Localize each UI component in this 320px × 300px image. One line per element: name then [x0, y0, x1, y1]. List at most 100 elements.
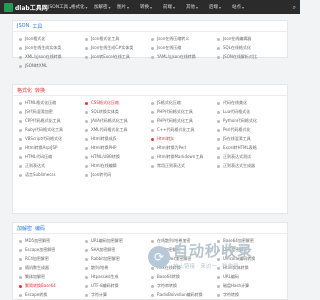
tool-link[interactable]: JS代码混淆加密 [19, 109, 53, 115]
tool-link[interactable]: 字符转换 [217, 292, 239, 298]
tool-link[interactable]: 语言Sublimecss [19, 172, 56, 178]
tool-link[interactable]: JS格式化压缩 [151, 100, 181, 106]
bullet-icon [85, 284, 88, 288]
tool-link[interactable]: SQL在线格式化 [217, 45, 251, 51]
tool-link[interactable]: 繁简转换Base64 [19, 283, 56, 289]
nav-item[interactable]: 格式化 ▾ [71, 4, 94, 11]
bullet-icon [217, 119, 220, 123]
tool-link[interactable]: Excel转HTML表格 [217, 145, 257, 151]
tool-link-label: JSON转XML [25, 63, 48, 68]
nav-item[interactable]: JSON工具 ▾ [48, 4, 71, 11]
tool-link[interactable]: HTML/UBB转换 [85, 154, 120, 160]
tool-link[interactable]: Html转换为Perl [151, 145, 186, 151]
bullet-icon [19, 128, 22, 132]
tool-link-label: Html转换成JS [91, 136, 117, 141]
nav-item[interactable]: 后端 ▾ [209, 4, 232, 11]
tool-link[interactable]: 繁体加解密 [19, 274, 45, 280]
tool-link[interactable]: Json在线编辑器 [217, 36, 251, 42]
tool-link[interactable]: 磁盘Hash计算 [217, 283, 249, 289]
tool-link[interactable]: Html在线编辑 [85, 163, 117, 169]
tool-link[interactable]: JSON转XML [19, 63, 47, 69]
tool-link[interactable]: XML代码格式化工具 [85, 127, 127, 133]
nav-item[interactable]: 其他 ▾ [186, 4, 209, 11]
tool-link[interactable]: Json在线压缩 [151, 45, 181, 51]
tool-link[interactable]: Lua代码格式化 [217, 109, 250, 115]
tool-link[interactable]: SHA加密解密 [85, 247, 115, 253]
tool-link[interactable]: 常用正则表达式 [151, 163, 185, 169]
tool-link[interactable]: CSS格式化压缩 [85, 100, 119, 106]
tool-link-label: Ruby代码格式化工具 [25, 127, 64, 132]
tool-link[interactable]: XML与Json在线转换 [19, 54, 62, 60]
tool-link[interactable]: 散列/哈希 [85, 265, 108, 271]
search-icon[interactable]: ⌕ [293, 4, 296, 12]
tool-link[interactable]: Json格式化工具 [85, 36, 119, 42]
tool-link[interactable]: Perl代码格式化 [217, 127, 251, 133]
tool-link[interactable]: 正则表达式生成器 [217, 163, 255, 169]
tool-link[interactable]: Ruby代码格式化工具 [19, 127, 63, 133]
tool-link[interactable]: Escape转换 [19, 292, 47, 298]
tool-link[interactable]: PHP代码格式化工具 [151, 109, 193, 115]
site-logo[interactable]: dlab工具网 [4, 2, 48, 12]
bullet-icon [19, 101, 22, 105]
tool-link[interactable]: UTF-8编码转换 [85, 283, 119, 289]
tool-link[interactable]: 字符串转换 [151, 283, 177, 289]
bullet-icon [19, 46, 22, 50]
tool-link[interactable]: Html转换Asp/JSP [19, 145, 57, 151]
tool-link[interactable]: 正则表达式 [19, 163, 45, 169]
tool-link[interactable]: PHP代码格式化工具 [151, 118, 193, 124]
tool-link-label: CPP代码格式化工具 [25, 118, 61, 123]
tool-link[interactable]: HTML代码压缩 [19, 154, 52, 160]
tool-link[interactable]: HTML格式化压缩 [19, 100, 56, 106]
tool-link[interactable]: Html转换Markdown工具 [151, 154, 203, 160]
tool-link[interactable]: RadixBolvidiun编码转换 [151, 292, 203, 298]
tool-link[interactable]: 代码在线美化 [217, 100, 247, 106]
tool-link[interactable]: JAVA代码格式化工具 [85, 118, 128, 124]
tool-link-label: JS在线混淆工具 [223, 136, 251, 141]
tool-link-label: Json在线生成实体类 [25, 45, 62, 50]
tool-link[interactable]: Json格式化 [19, 36, 45, 42]
tool-link[interactable]: Htpasswd生成 [85, 274, 119, 280]
tool-link[interactable]: Html转换PHP [85, 145, 116, 151]
tool-link[interactable]: 随机数生成器 [19, 265, 49, 271]
nav-item[interactable]: 站点 ▾ [232, 4, 255, 11]
tool-link[interactable]: Json在线压缩转义 [151, 36, 189, 42]
tool-link[interactable]: Python代码格式化 [217, 118, 257, 124]
tool-link[interactable]: JS在线混淆工具 [217, 136, 251, 142]
nav-item[interactable]: 前端 ▾ [163, 4, 186, 11]
tool-link[interactable]: URL编码加密解密 [85, 238, 123, 244]
nav-item[interactable]: 加解密 ▾ [94, 4, 117, 11]
bullet-icon [85, 275, 88, 279]
bullet-icon [19, 110, 22, 114]
bullet-icon [85, 257, 88, 261]
tool-link-label: SHA加密解密 [91, 247, 116, 252]
nav-item[interactable]: 图片 ▾ [117, 4, 140, 11]
tool-link[interactable]: 字符计算 [85, 292, 107, 298]
tool-link[interactable]: Escape加密解密 [19, 247, 55, 253]
tool-link[interactable]: Json转代码 [85, 172, 111, 178]
tool-link[interactable]: Html转换成JS [85, 136, 116, 142]
tool-link[interactable]: SQL转换实体类 [85, 109, 119, 115]
tool-link[interactable]: Json在线生成C#实体类 [85, 45, 133, 51]
tool-link[interactable]: Html转Js [151, 136, 174, 142]
bullet-icon [151, 101, 154, 105]
tool-link[interactable]: C++代码格式化工具 [151, 127, 195, 133]
tool-link-label: Json格式化 [25, 36, 46, 41]
main-nav: JSON工具 ▾ 格式化 ▾ 加解密 ▾ 图片 ▾ 转换 ▾ 前端 ▾ 其他 ▾ 后端 ▾ 站点 ▾ [48, 0, 255, 14]
tool-link[interactable]: 正则表达式测试 [217, 154, 251, 160]
tool-link[interactable]: URL编码 [217, 274, 239, 280]
bullet-icon [85, 239, 88, 243]
tool-link[interactable]: VBScript代码格式化 [19, 136, 62, 142]
tool-link[interactable]: RC4加密解密 [19, 256, 49, 262]
tool-link[interactable]: YAML与Json在线转换 [151, 54, 196, 60]
nav-item[interactable]: 转换 ▾ [140, 4, 163, 11]
tool-link[interactable]: Json在线生成实体类 [19, 45, 61, 51]
bullet-icon [217, 164, 220, 168]
tool-link[interactable]: Json转Excel在线工具 [85, 54, 130, 60]
tool-link[interactable]: Rabbit加密解密 [85, 256, 120, 262]
tool-link[interactable]: Base64转换 [151, 274, 180, 280]
tool-link-label: PHP代码格式化工具 [157, 118, 193, 123]
tool-link-label: HTML格式化压缩 [25, 100, 57, 105]
tool-link[interactable]: CPP代码格式化工具 [19, 118, 61, 124]
tool-link[interactable]: JSON在线解析对比 [217, 54, 257, 60]
tool-link[interactable]: MD5加密解密 [19, 238, 50, 244]
